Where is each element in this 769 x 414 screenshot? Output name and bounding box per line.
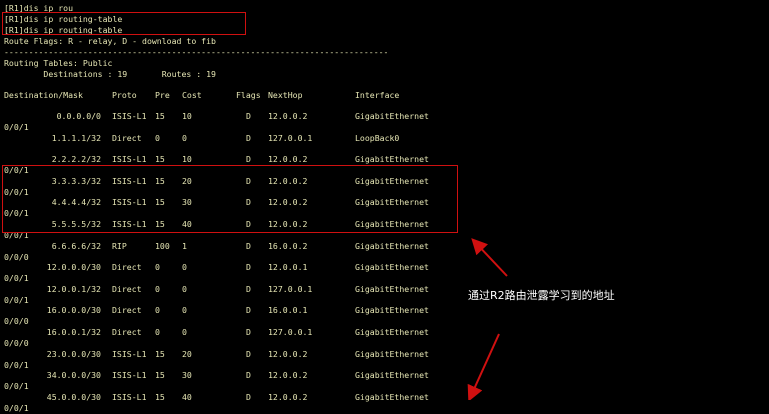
interface-continuation: 0/0/1 bbox=[4, 402, 29, 413]
arrow-up-left bbox=[471, 238, 508, 277]
arrow-down-left bbox=[467, 333, 500, 400]
annotation-arrows bbox=[467, 238, 508, 400]
